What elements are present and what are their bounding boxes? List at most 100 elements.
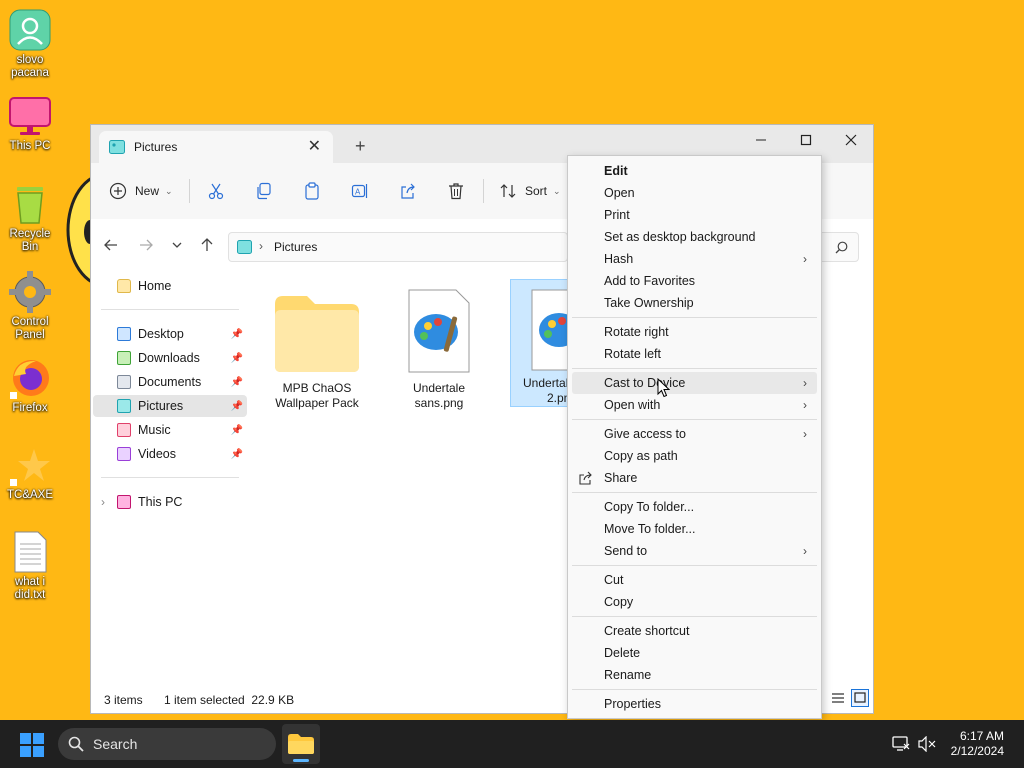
desktop-icon-control-panel[interactable]: Control Panel <box>0 270 60 342</box>
downloads-folder-icon <box>117 351 131 365</box>
tab-pictures[interactable]: Pictures ✕ <box>99 131 333 163</box>
paint-image-icon <box>529 288 569 372</box>
arrow-left-icon <box>104 239 117 251</box>
close-tab-icon[interactable]: ✕ <box>308 136 321 156</box>
cut-button[interactable] <box>207 178 225 204</box>
desktop-icon-what-i-did[interactable]: what i did.txt <box>0 530 60 602</box>
taskbar-file-explorer[interactable] <box>282 724 320 764</box>
pin-icon[interactable]: 📌 <box>231 377 243 388</box>
menu-item-copy[interactable]: Copy <box>572 591 817 613</box>
new-tab-button[interactable]: + <box>355 136 366 157</box>
nav-item-videos[interactable]: Videos 📌 <box>93 443 247 465</box>
network-icon[interactable] <box>892 736 910 755</box>
paste-button[interactable] <box>303 178 321 204</box>
file-item-selected[interactable]: Undertal 2.pn <box>510 279 570 407</box>
menu-item-open-with[interactable]: Open with › <box>572 394 817 416</box>
user-icon <box>8 8 52 52</box>
desktop-icon-label: slovo <box>16 54 44 66</box>
copy-button[interactable] <box>255 178 273 204</box>
pictures-folder-icon <box>117 399 131 413</box>
address-bar[interactable]: › Pictures <box>228 232 568 262</box>
chevron-down-icon: ⌄ <box>553 185 561 196</box>
menu-item-label: Print <box>604 208 630 222</box>
nav-item-home[interactable]: Home <box>93 275 247 297</box>
rename-button[interactable]: A <box>351 178 369 204</box>
menu-item-label: Move To folder... <box>604 522 696 536</box>
menu-item-create-shortcut[interactable]: Create shortcut <box>572 620 817 642</box>
menu-item-label: Delete <box>604 646 641 660</box>
start-button[interactable] <box>20 733 44 760</box>
desktop-icon-firefox[interactable]: Firefox <box>0 356 60 415</box>
up-button[interactable] <box>199 237 215 257</box>
menu-divider <box>572 616 817 617</box>
menu-item-rotate-right[interactable]: Rotate right <box>572 321 817 343</box>
address-segment-pictures[interactable]: Pictures <box>274 240 317 254</box>
volume-muted-icon[interactable] <box>918 735 936 755</box>
menu-item-add-to-favorites[interactable]: Add to Favorites <box>572 270 817 292</box>
menu-item-set-desktop-background[interactable]: Set as desktop background <box>572 226 817 248</box>
file-item[interactable]: Undertale sans.png <box>391 281 487 411</box>
menu-item-cast-to-device[interactable]: Cast to Device › <box>572 372 817 394</box>
nav-item-this-pc[interactable]: › This PC <box>93 491 247 513</box>
file-item[interactable]: MPB ChaOS Wallpaper Pack <box>269 281 365 411</box>
nav-item-downloads[interactable]: Downloads 📌 <box>93 347 247 369</box>
menu-item-rotate-left[interactable]: Rotate left <box>572 343 817 365</box>
menu-divider <box>572 689 817 690</box>
arrow-right-icon <box>140 239 153 251</box>
nav-item-documents[interactable]: Documents 📌 <box>93 371 247 393</box>
menu-item-properties[interactable]: Properties <box>572 693 817 715</box>
menu-item-hash[interactable]: Hash › <box>572 248 817 270</box>
monitor-icon <box>117 495 131 509</box>
sort-button[interactable]: Sort ⌄ <box>499 178 561 204</box>
maximize-button[interactable] <box>783 125 829 155</box>
pin-icon[interactable]: 📌 <box>231 425 243 436</box>
menu-item-rename[interactable]: Rename <box>572 664 817 686</box>
new-button[interactable]: New ⌄ <box>109 178 173 204</box>
chevron-right-icon[interactable]: › <box>101 495 105 509</box>
minimize-button[interactable] <box>738 125 784 155</box>
menu-item-give-access-to[interactable]: Give access to › <box>572 423 817 445</box>
nav-item-pictures[interactable]: Pictures 📌 <box>93 395 247 417</box>
taskbar-search[interactable]: Search <box>58 728 276 760</box>
nav-item-music[interactable]: Music 📌 <box>93 419 247 441</box>
menu-item-cut[interactable]: Cut <box>572 569 817 591</box>
menu-item-label: Take Ownership <box>604 296 694 310</box>
system-clock[interactable]: 6:17 AM 2/12/2024 <box>951 729 1004 759</box>
chevron-right-icon: › <box>803 427 807 441</box>
desktop-icon-slovo-pacana[interactable]: slovo pacana <box>0 8 60 80</box>
menu-item-edit[interactable]: Edit <box>572 160 817 182</box>
desktop-icon-recycle-bin[interactable]: Recycle Bin <box>0 182 60 254</box>
desktop-icon-this-pc[interactable]: This PC <box>0 94 60 153</box>
tiles-view-icon[interactable] <box>851 689 869 707</box>
chevron-down-icon <box>172 242 182 248</box>
details-view-icon[interactable] <box>831 691 845 708</box>
close-button[interactable] <box>828 125 874 155</box>
nav-item-label: Home <box>138 279 172 293</box>
menu-item-delete[interactable]: Delete <box>572 642 817 664</box>
desktop-icon-label: Bin <box>21 241 39 253</box>
recent-locations-button[interactable] <box>171 237 183 257</box>
menu-item-label: Edit <box>604 164 628 178</box>
clock-date: 2/12/2024 <box>950 744 1004 758</box>
windows-logo-icon <box>20 733 44 757</box>
menu-item-copy-as-path[interactable]: Copy as path <box>572 445 817 467</box>
pin-icon[interactable]: 📌 <box>231 329 243 340</box>
delete-button[interactable] <box>447 178 465 204</box>
scissors-icon <box>208 183 224 200</box>
menu-item-take-ownership[interactable]: Take Ownership <box>572 292 817 314</box>
nav-item-desktop[interactable]: Desktop 📌 <box>93 323 247 345</box>
pin-icon[interactable]: 📌 <box>231 353 243 364</box>
pin-icon[interactable]: 📌 <box>231 401 243 412</box>
menu-item-move-to-folder[interactable]: Move To folder... <box>572 518 817 540</box>
back-button[interactable] <box>103 237 119 257</box>
desktop-icon-tc-axe[interactable]: TC&AXE <box>0 443 60 502</box>
menu-item-share[interactable]: Share <box>572 467 817 489</box>
menu-item-print[interactable]: Print <box>572 204 817 226</box>
menu-item-open[interactable]: Open <box>572 182 817 204</box>
nav-item-label: Downloads <box>138 351 200 365</box>
pin-icon[interactable]: 📌 <box>231 449 243 460</box>
menu-item-send-to[interactable]: Send to › <box>572 540 817 562</box>
forward-button[interactable] <box>138 237 154 257</box>
menu-item-copy-to-folder[interactable]: Copy To folder... <box>572 496 817 518</box>
share-button[interactable] <box>399 178 417 204</box>
